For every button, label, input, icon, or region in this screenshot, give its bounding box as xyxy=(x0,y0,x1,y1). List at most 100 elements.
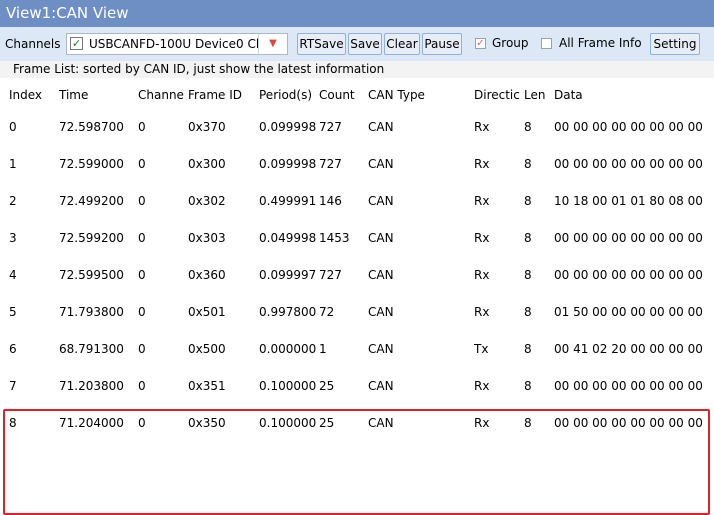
window-title: View1:CAN View xyxy=(0,0,714,27)
cell-len: 8 xyxy=(524,120,532,134)
column-header-index[interactable]: Index xyxy=(9,87,54,103)
pause-button[interactable]: Pause xyxy=(422,33,462,55)
table-row[interactable]: 6 68.791300 0 0x500 0.000000 1 CAN Tx 8 00 41 02 … xyxy=(0,330,714,367)
cell-period: 0.100000 xyxy=(259,379,317,393)
cell-channel: 0 xyxy=(138,342,146,356)
cell-direction: Rx xyxy=(474,120,490,134)
cell-count: 25 xyxy=(319,379,335,393)
frame-table: Index Time Channe Frame ID Period(s) Count CAN… xyxy=(0,78,714,515)
cell-index: 2 xyxy=(9,194,17,208)
clear-button[interactable]: Clear xyxy=(384,33,420,55)
cell-frame-id: 0x351 xyxy=(188,379,226,393)
cell-can-type: CAN xyxy=(368,342,394,356)
cell-len: 8 xyxy=(524,379,532,393)
table-row[interactable]: 0 72.598700 0 0x370 0.099998 727 CAN Rx 8 00 00 0… xyxy=(0,108,714,145)
cell-count: 727 xyxy=(319,120,342,134)
cell-can-type: CAN xyxy=(368,379,394,393)
table-row[interactable]: 3 72.599200 0 0x303 0.049998 1453 CAN Rx 8 00 00 … xyxy=(0,219,714,256)
channel-enabled-checkbox[interactable]: ✓ xyxy=(70,37,83,50)
all-frame-info-label: All Frame Info xyxy=(559,36,642,50)
cell-frame-id: 0x360 xyxy=(188,268,226,282)
cell-count: 146 xyxy=(319,194,342,208)
cell-time: 72.599200 xyxy=(59,231,124,245)
rtsave-button[interactable]: RTSave xyxy=(297,33,346,55)
cell-count: 1 xyxy=(319,342,327,356)
cell-len: 8 xyxy=(524,194,532,208)
toolbar: Channels ✓ USBCANFD-100U Device0 Ch ▼ RT… xyxy=(0,27,714,61)
cell-len: 8 xyxy=(524,305,532,319)
cell-direction: Tx xyxy=(474,342,489,356)
cell-frame-id: 0x302 xyxy=(188,194,226,208)
cell-period: 0.099997 xyxy=(259,268,317,282)
highlight-box xyxy=(3,409,710,515)
cell-period: 0.099998 xyxy=(259,120,317,134)
cell-data: 00 00 00 00 00 00 00 00 xyxy=(554,231,703,245)
cell-period: 0.997800 xyxy=(259,305,317,319)
cell-data: 00 00 00 00 00 00 00 00 xyxy=(554,157,703,171)
cell-can-type: CAN xyxy=(368,231,394,245)
cell-index: 4 xyxy=(9,268,17,282)
dropdown-arrow-icon[interactable]: ▼ xyxy=(258,34,287,54)
cell-direction: Rx xyxy=(474,305,490,319)
column-header-period[interactable]: Period(s) xyxy=(259,87,317,103)
column-header-frame-id[interactable]: Frame ID xyxy=(188,87,256,103)
column-header-count[interactable]: Count xyxy=(319,87,365,103)
cell-direction: Rx xyxy=(474,231,490,245)
cell-len: 8 xyxy=(524,342,532,356)
group-checkbox[interactable]: ✓ xyxy=(475,38,486,49)
all-frame-info-checkbox[interactable] xyxy=(541,38,552,49)
cell-channel: 0 xyxy=(138,194,146,208)
cell-can-type: CAN xyxy=(368,157,394,171)
cell-can-type: CAN xyxy=(368,194,394,208)
cell-index: 7 xyxy=(9,379,17,393)
cell-period: 0.000000 xyxy=(259,342,317,356)
cell-channel: 0 xyxy=(138,379,146,393)
table-row[interactable]: 4 72.599500 0 0x360 0.099997 727 CAN Rx 8 00 00 0… xyxy=(0,256,714,293)
cell-time: 71.793800 xyxy=(59,305,124,319)
cell-frame-id: 0x303 xyxy=(188,231,226,245)
cell-data: 00 41 02 20 00 00 00 00 xyxy=(554,342,703,356)
cell-data: 00 00 00 00 00 00 00 00 xyxy=(554,120,703,134)
table-row[interactable]: 7 71.203800 0 0x351 0.100000 25 CAN Rx 8 00 00 00… xyxy=(0,367,714,404)
cell-period: 0.099998 xyxy=(259,157,317,171)
cell-data: 00 00 00 00 00 00 00 00 xyxy=(554,268,703,282)
table-row[interactable]: 1 72.599000 0 0x300 0.099998 727 CAN Rx 8 00 00 0… xyxy=(0,145,714,182)
cell-len: 8 xyxy=(524,157,532,171)
cell-index: 3 xyxy=(9,231,17,245)
cell-index: 5 xyxy=(9,305,17,319)
cell-time: 72.599000 xyxy=(59,157,124,171)
column-header-data[interactable]: Data xyxy=(554,87,704,103)
cell-time: 71.203800 xyxy=(59,379,124,393)
column-header-channel[interactable]: Channe xyxy=(138,87,186,103)
cell-frame-id: 0x501 xyxy=(188,305,226,319)
cell-period: 0.499991 xyxy=(259,194,317,208)
cell-time: 72.499200 xyxy=(59,194,124,208)
cell-count: 1453 xyxy=(319,231,350,245)
cell-len: 8 xyxy=(524,231,532,245)
cell-count: 727 xyxy=(319,157,342,171)
cell-time: 68.791300 xyxy=(59,342,124,356)
column-header-can-type[interactable]: CAN Type xyxy=(368,87,468,103)
cell-direction: Rx xyxy=(474,268,490,282)
column-header-len[interactable]: Len xyxy=(524,87,552,103)
table-header: Index Time Channe Frame ID Period(s) Count CAN… xyxy=(0,78,714,110)
cell-channel: 0 xyxy=(138,268,146,282)
group-label: Group xyxy=(492,36,529,50)
column-header-direction[interactable]: Directic xyxy=(474,87,522,103)
table-row[interactable]: 5 71.793800 0 0x501 0.997800 72 CAN Rx 8 01 50 00… xyxy=(0,293,714,330)
frame-list-caption: Frame List: sorted by CAN ID, just show … xyxy=(0,61,714,78)
table-row[interactable]: 2 72.499200 0 0x302 0.499991 146 CAN Rx 8 10 18 0… xyxy=(0,182,714,219)
cell-direction: Rx xyxy=(474,157,490,171)
cell-can-type: CAN xyxy=(368,305,394,319)
column-header-time[interactable]: Time xyxy=(59,87,134,103)
cell-count: 727 xyxy=(319,268,342,282)
cell-can-type: CAN xyxy=(368,268,394,282)
cell-count: 72 xyxy=(319,305,335,319)
channel-select[interactable]: ✓ USBCANFD-100U Device0 Ch ▼ xyxy=(66,33,288,55)
cell-time: 72.599500 xyxy=(59,268,124,282)
setting-button[interactable]: Setting xyxy=(650,33,700,55)
cell-channel: 0 xyxy=(138,157,146,171)
cell-data: 01 50 00 00 00 00 00 00 xyxy=(554,305,703,319)
save-button[interactable]: Save xyxy=(348,33,382,55)
channels-label: Channels xyxy=(5,37,61,51)
